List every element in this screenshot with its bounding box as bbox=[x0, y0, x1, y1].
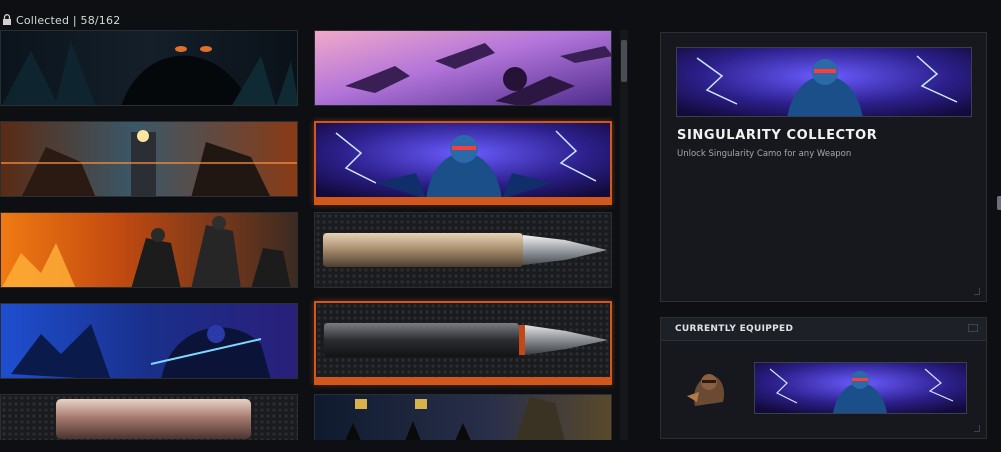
calling-card-blue-storm[interactable] bbox=[0, 303, 298, 379]
calling-card-detail-panel: SINGULARITY COLLECTOR Unlock Singularity… bbox=[660, 32, 987, 302]
equipped-calling-card[interactable] bbox=[754, 362, 967, 414]
calling-card-grid bbox=[0, 30, 615, 440]
equipped-emblem[interactable] bbox=[685, 366, 731, 410]
calling-card-ninja-hall[interactable] bbox=[314, 394, 612, 440]
panel-corner-decoration bbox=[974, 425, 980, 432]
calling-card-dark-beast[interactable] bbox=[0, 30, 298, 106]
card-art bbox=[316, 303, 610, 379]
card-art bbox=[1, 304, 297, 378]
calling-card-singularity[interactable] bbox=[314, 121, 612, 205]
equipped-header-label: CURRENTLY EQUIPPED bbox=[675, 324, 794, 334]
detail-preview-art bbox=[677, 48, 971, 116]
calling-card-silver-bullet[interactable] bbox=[314, 212, 612, 288]
calling-card-ninja-fire[interactable] bbox=[0, 212, 298, 288]
card-art bbox=[316, 123, 610, 199]
detail-description: Unlock Singularity Camo for any Weapon bbox=[677, 149, 852, 159]
header-corner-decoration bbox=[968, 324, 978, 332]
equipped-calling-card-art bbox=[755, 363, 966, 413]
card-art bbox=[315, 213, 611, 287]
detail-preview-image bbox=[676, 47, 972, 117]
panel-corner-decoration bbox=[974, 288, 980, 295]
currently-equipped-panel: CURRENTLY EQUIPPED bbox=[660, 317, 987, 439]
card-art bbox=[1, 122, 297, 196]
emblem-art bbox=[687, 374, 725, 406]
grid-scrollbar[interactable] bbox=[620, 30, 628, 440]
collected-count: Collected | 58/162 bbox=[16, 13, 121, 27]
calling-card-copper-bullet[interactable] bbox=[0, 394, 298, 440]
detail-title: SINGULARITY COLLECTOR bbox=[677, 128, 878, 143]
equipped-header: CURRENTLY EQUIPPED bbox=[661, 318, 986, 341]
card-art bbox=[315, 31, 611, 105]
card-art bbox=[315, 395, 611, 440]
collection-counter: Collected | 58/162 bbox=[0, 10, 120, 30]
lock-icon bbox=[3, 14, 11, 25]
grid-scrollbar-thumb[interactable] bbox=[621, 40, 627, 82]
calling-card-gunfight[interactable] bbox=[0, 121, 298, 197]
edge-indicator bbox=[997, 196, 1001, 210]
card-art bbox=[1, 213, 297, 287]
card-art bbox=[1, 31, 297, 105]
calling-card-black-bullet[interactable] bbox=[314, 301, 612, 385]
card-art bbox=[1, 395, 297, 440]
calling-card-purple-jets[interactable] bbox=[314, 30, 612, 106]
